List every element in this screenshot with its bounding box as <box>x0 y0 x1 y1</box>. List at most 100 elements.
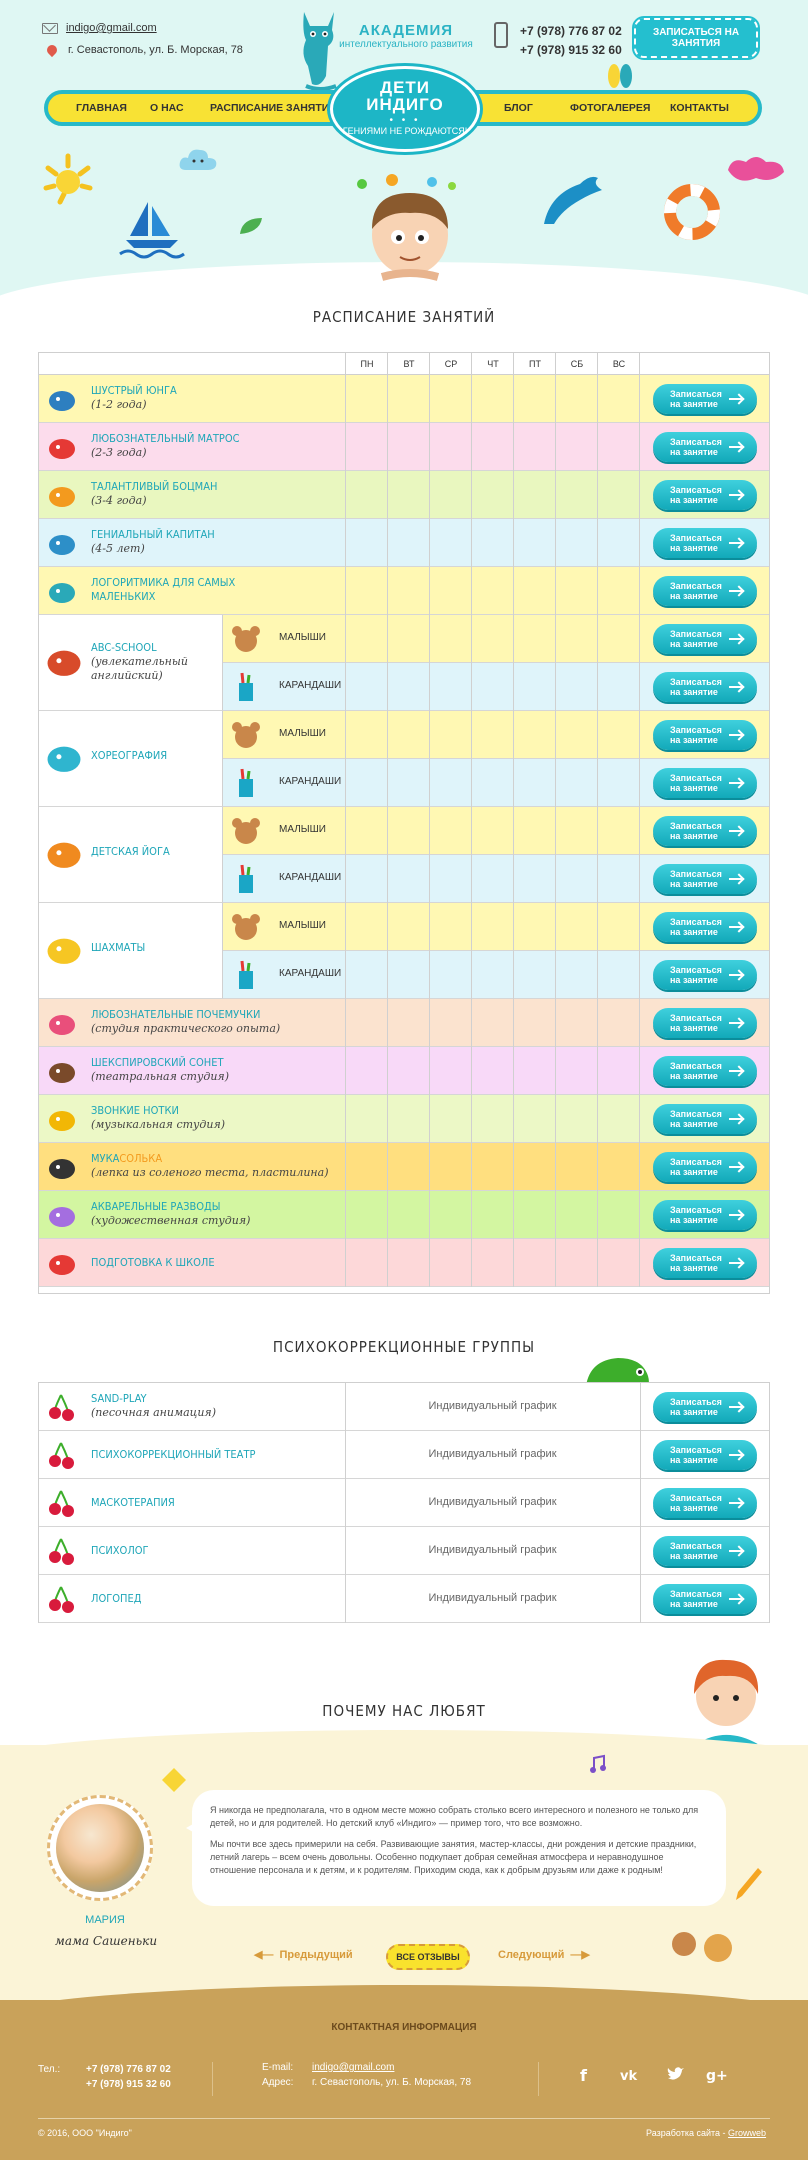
header-email[interactable]: indigo@gmail.com <box>42 22 157 34</box>
row-name: ПОДГОТОВКА К ШКОЛЕ <box>91 1256 215 1269</box>
row-sub: МАЛЕНЬКИХ <box>91 590 156 603</box>
facebook-icon[interactable]: f <box>580 2066 587 2085</box>
group-label: ХОРЕОГРАФИЯ <box>91 749 219 763</box>
chess-knight-icon <box>45 931 83 969</box>
day-cells <box>345 999 640 1047</box>
prev-review-button[interactable]: ◀— Предыдущий <box>254 1948 353 1962</box>
signup-lesson-button[interactable]: Записаться на занятие <box>653 1152 757 1182</box>
signup-lesson-button[interactable]: Записаться на занятие <box>653 528 757 558</box>
btn-line-2: на занятие <box>670 591 718 601</box>
next-review-button[interactable]: Следующий —▶ <box>498 1948 590 1962</box>
footer-phone-2[interactable]: +7 (978) 915 32 60 <box>86 2077 171 2092</box>
btn-line-1: Записаться <box>670 773 722 783</box>
footer-dev: Разработка сайта - Growweb <box>646 2128 766 2138</box>
signup-lesson-button[interactable]: Записаться на занятие <box>653 864 757 894</box>
panda-icon <box>47 1153 77 1183</box>
signup-lesson-button[interactable]: Записаться на занятие <box>653 1488 757 1518</box>
group-label: ШАХМАТЫ <box>91 941 219 955</box>
footer-copyright: © 2016, ООО "Индиго" <box>38 2128 132 2138</box>
footer-divider-2 <box>538 2062 539 2096</box>
header-email-link[interactable]: indigo@gmail.com <box>66 22 157 34</box>
prev-review-label: Предыдущий <box>279 1948 353 1961</box>
mail-icon <box>42 22 58 34</box>
signup-lesson-button[interactable]: Записаться на занятие <box>653 816 757 846</box>
header-phone-1[interactable]: +7 (978) 776 87 02 <box>520 22 622 41</box>
footer-email-link[interactable]: indigo@gmail.com <box>312 2062 394 2073</box>
signup-lesson-button[interactable]: Записаться на занятие <box>653 768 757 798</box>
google-plus-icon[interactable]: g+ <box>706 2068 728 2084</box>
btn-line-2: на занятие <box>670 543 718 553</box>
signup-lesson-button[interactable]: Записаться на занятие <box>653 1200 757 1230</box>
row-name-part1: МУКА <box>91 1152 120 1165</box>
day-cells <box>345 519 640 567</box>
signup-lesson-button[interactable]: Записаться на занятие <box>653 480 757 510</box>
footer-dev-link[interactable]: Growweb <box>728 2128 766 2138</box>
signup-lesson-button[interactable]: Записаться на занятие <box>653 1248 757 1278</box>
signup-lesson-button[interactable]: Записаться на занятие <box>653 624 757 654</box>
signup-lesson-button[interactable]: Записаться на занятие <box>653 1440 757 1470</box>
logo-slogan: Гениями не рождаются! <box>342 126 468 136</box>
all-reviews-button[interactable]: Все отзывы <box>386 1944 470 1970</box>
signup-lesson-button[interactable]: Записаться на занятие <box>653 1584 757 1614</box>
col-divider <box>640 1527 641 1575</box>
btn-line-2: на занятие <box>670 1215 718 1225</box>
row-sub: (лепка из соленого теста, пластилина) <box>91 1166 329 1179</box>
footer-address-label: Адрес: <box>262 2077 294 2088</box>
boy-mascot-icon <box>372 193 448 281</box>
vk-icon[interactable]: vk <box>620 2069 637 2084</box>
signup-lesson-button[interactable]: Записаться на занятие <box>653 1392 757 1422</box>
footer-phone-1[interactable]: +7 (978) 776 87 02 <box>86 2062 171 2077</box>
row-label: ПСИХОКОРРЕКЦИОННЫЙ ТЕАТР <box>91 1448 255 1462</box>
nav-gallery[interactable]: ФОТОГАЛЕРЕЯ <box>570 102 650 114</box>
schedule-row: ГЕНИАЛЬНЫЙ КАПИТАН (4-5 лет) Записаться на … <box>39 519 769 567</box>
pencil-cup-icon <box>229 959 263 991</box>
signup-lesson-button[interactable]: Записаться на занятие <box>653 432 757 462</box>
day-cells <box>345 1143 640 1191</box>
group-cell: ШАХМАТЫ <box>39 903 223 999</box>
btn-line-1: Записаться <box>670 1205 722 1215</box>
academy-title: АКАДЕМИЯ <box>358 22 454 39</box>
signup-lesson-button[interactable]: Записаться на занятие <box>653 576 757 606</box>
signup-lesson-button[interactable]: Записаться на занятие <box>653 1008 757 1038</box>
btn-line-2: на занятие <box>670 1071 718 1081</box>
nav-schedule[interactable]: РАСПИСАНИЕ ЗАНЯТИЙ <box>210 102 337 114</box>
btn-line-1: Записаться <box>670 437 722 447</box>
cherry-icon <box>47 1489 77 1519</box>
twitter-icon[interactable] <box>666 2066 684 2082</box>
header-address: г. Севастополь, ул. Б. Морская, 78 <box>44 42 243 58</box>
signup-lesson-button[interactable]: Записаться на занятие <box>653 960 757 990</box>
signup-lesson-button[interactable]: Записаться на занятие <box>653 1104 757 1134</box>
row-sub: (студия практического опыта) <box>91 1022 281 1035</box>
nav-about[interactable]: О НАС <box>150 102 184 114</box>
signup-lesson-button[interactable]: Записаться на занятие <box>653 384 757 414</box>
btn-line-1: Записаться <box>670 1493 722 1503</box>
nav-contacts[interactable]: КОНТАКТЫ <box>670 102 729 114</box>
snail-icon <box>47 1009 77 1039</box>
paint-splash-icon <box>728 157 784 181</box>
signup-lesson-button[interactable]: Записаться на занятие <box>653 912 757 942</box>
btn-line-2: на занятие <box>670 1023 718 1033</box>
signup-button[interactable]: Записаться на занятия <box>632 16 760 60</box>
signup-lesson-button[interactable]: Записаться на занятие <box>653 720 757 750</box>
reviewer-photo-image <box>56 1804 144 1892</box>
day-cells <box>345 663 640 711</box>
day-cells <box>345 759 640 807</box>
flip-flops-deco-icon <box>608 64 632 88</box>
row-label: ПСИХОЛОГ <box>91 1544 149 1558</box>
row-name: АКВАРЕЛЬНЫЕ РАЗВОДЫ <box>91 1200 221 1213</box>
subgroup-label: МАЛЫШИ <box>279 920 326 931</box>
row-label: SAND-PLAY (песочная анимация) <box>91 1392 216 1420</box>
site-logo[interactable]: ДЕТИ ИНДИГО • • • Гениями не рождаются! <box>330 66 480 152</box>
logo-line-2: ИНДИГО <box>366 95 444 114</box>
btn-line-1: Записаться <box>670 1253 722 1263</box>
group-cell: ДЕТСКАЯ ЙОГА <box>39 807 223 903</box>
cherry-icon <box>47 1393 77 1423</box>
schedule-row: ЗВОНКИЕ НОТКИ (музыкальная студия) Записат… <box>39 1095 769 1143</box>
signup-lesson-button[interactable]: Записаться на занятие <box>653 672 757 702</box>
header-phone-2[interactable]: +7 (978) 915 32 60 <box>520 41 622 60</box>
nav-blog[interactable]: БЛОГ <box>504 102 533 114</box>
signup-lesson-button[interactable]: Записаться на занятие <box>653 1536 757 1566</box>
signup-lesson-button[interactable]: Записаться на занятие <box>653 1056 757 1086</box>
nav-home[interactable]: ГЛАВНАЯ <box>76 102 127 114</box>
schedule-row: ЛЮБОЗНАТЕЛЬНЫЕ ПОЧЕМУЧКИ (студия практиче… <box>39 999 769 1047</box>
